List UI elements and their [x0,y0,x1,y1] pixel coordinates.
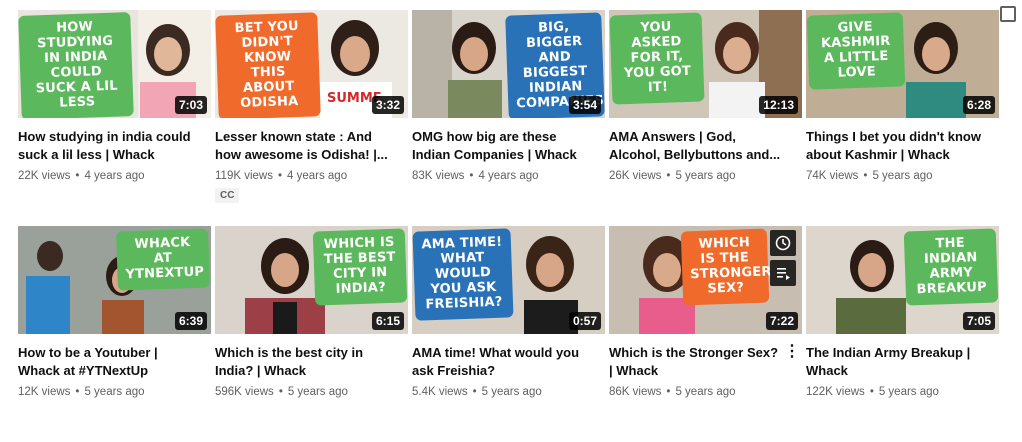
thumbnail-caption: You asked for it, you got it! [609,12,705,105]
video-card: Give Kashmir a little love 6:28 Things I… [806,10,999,226]
upload-age: 5 years ago [675,386,736,398]
video-card: Which is the best city in India? 6:15 Wh… [215,226,408,442]
video-title[interactable]: How to be a Youtuber | Whack at #YTNextU… [18,344,211,380]
video-card: Whack at YTNextUp 6:39 How to be a Youtu… [18,226,211,442]
closed-captions-badge: CC [215,188,240,203]
video-card: Big, bigger and biggest Indian companies… [412,10,605,226]
meta-separator: • [277,170,282,182]
video-row: How studying in India could suck a lil l… [18,10,999,226]
upload-age: 5 years ago [84,386,145,398]
video-thumbnail[interactable]: You asked for it, you got it! 12:13 [609,10,802,118]
video-meta: 26K views • 5 years ago [609,170,802,182]
meta-separator: • [666,386,671,398]
more-actions-icon[interactable]: ⋮ [784,344,800,360]
video-meta: 596K views • 5 years ago [215,386,408,398]
thumbnail-caption: Give Kashmir a little love [806,12,906,90]
thumbnail-caption: AMA time! What would you ask Freishia? [412,228,514,321]
duration-badge: 7:03 [174,96,207,114]
thumbnail-caption: How studying in India could suck a lil l… [18,12,134,118]
video-card: AMA time! What would you ask Freishia? 0… [412,226,605,442]
video-thumbnail[interactable]: Give Kashmir a little love 6:28 [806,10,999,118]
thumbnail-caption: Which is the best city in India? [312,228,408,306]
video-thumbnail[interactable]: How studying in India could suck a lil l… [18,10,211,118]
video-thumbnail[interactable]: The Indian Army Breakup 7:05 [806,226,999,334]
video-title[interactable]: Which is the Stronger Sex? | Whack [609,344,802,380]
video-title[interactable]: AMA time! What would you ask Freishia? [412,344,605,380]
video-card: Which is the stronger sex? 7:22 Which is… [609,226,802,442]
meta-separator: • [75,386,80,398]
video-meta: 122K views • 5 years ago [806,386,999,398]
video-title[interactable]: Things I bet you didn't know about Kashm… [806,128,999,164]
view-count: 86K views [609,386,662,398]
video-title[interactable]: How studying in india could suck a lil l… [18,128,211,164]
view-count: 5.4K views [412,386,468,398]
view-count: 74K views [806,170,859,182]
upload-age: 5 years ago [675,170,736,182]
meta-separator: • [869,386,874,398]
video-thumbnail[interactable]: Big, bigger and biggest Indian companies… [412,10,605,118]
view-count: 12K views [18,386,71,398]
video-meta: 22K views • 4 years ago [18,170,211,182]
video-meta: 83K views • 4 years ago [412,170,605,182]
duration-badge: 12:13 [759,96,798,114]
duration-badge: 3:54 [568,96,601,114]
add-to-queue-icon[interactable] [770,260,796,286]
video-meta: 5.4K views • 5 years ago [412,386,605,398]
video-title[interactable]: OMG how big are these Indian Companies |… [412,128,605,164]
duration-badge: 3:32 [371,96,404,114]
view-count: 122K views [806,386,865,398]
view-count: 119K views [215,170,273,182]
duration-badge: 6:15 [371,312,404,330]
upload-age: 4 years ago [84,170,145,182]
video-title[interactable]: Lesser known state : And how awesome is … [215,128,408,164]
video-thumbnail[interactable]: Which is the stronger sex? 7:22 [609,226,802,334]
duration-badge: 6:39 [174,312,207,330]
duration-badge: 7:05 [962,312,995,330]
meta-separator: • [666,170,671,182]
video-meta: 74K views • 5 years ago [806,170,999,182]
thumbnail-caption: The Indian Army Breakup [903,228,999,306]
meta-separator: • [75,170,80,182]
meta-separator: • [278,386,283,398]
video-row: Whack at YTNextUp 6:39 How to be a Youtu… [18,226,999,442]
video-meta: 12K views • 5 years ago [18,386,211,398]
upload-age: 5 years ago [878,386,939,398]
video-card: SUMME Bet you didn't know this about Odi… [215,10,408,226]
video-title[interactable]: AMA Answers | God, Alcohol, Bellybuttons… [609,128,802,164]
video-thumbnail[interactable]: AMA time! What would you ask Freishia? 0… [412,226,605,334]
upload-age: 5 years ago [481,386,542,398]
duration-badge: 7:22 [765,312,798,330]
view-count: 83K views [412,170,465,182]
video-meta: 86K views • 5 years ago [609,386,802,398]
video-meta: 119K views • 4 years ago [215,170,408,182]
duration-badge: 0:57 [568,312,601,330]
video-thumbnail[interactable]: SUMME Bet you didn't know this about Odi… [215,10,408,118]
upload-age: 5 years ago [287,386,348,398]
meta-separator: • [863,170,868,182]
thumbnail-caption: Bet you didn't know this about Odisha [215,12,321,118]
video-grid: How studying in India could suck a lil l… [18,10,999,442]
video-thumbnail[interactable]: Which is the best city in India? 6:15 [215,226,408,334]
video-card: You asked for it, you got it! 12:13 AMA … [609,10,802,226]
watch-later-icon[interactable] [770,230,796,256]
video-title[interactable]: Which is the best city in India? | Whack [215,344,408,380]
video-thumbnail[interactable]: Whack at YTNextUp 6:39 [18,226,211,334]
view-count: 596K views [215,386,274,398]
view-count: 22K views [18,170,71,182]
view-count: 26K views [609,170,662,182]
view-toggle-icon[interactable] [1000,6,1016,22]
video-title[interactable]: The Indian Army Breakup | Whack [806,344,999,380]
thumbnail-caption: Whack at YTNextUp [115,228,211,291]
video-card: The Indian Army Breakup 7:05 The Indian … [806,226,999,442]
meta-separator: • [469,170,474,182]
meta-separator: • [472,386,477,398]
upload-age: 4 years ago [478,170,539,182]
duration-badge: 6:28 [962,96,995,114]
upload-age: 4 years ago [287,170,348,182]
thumbnail-caption: Which is the stronger sex? [680,228,772,306]
video-card: How studying in India could suck a lil l… [18,10,211,226]
hover-actions [770,230,796,286]
upload-age: 5 years ago [872,170,933,182]
